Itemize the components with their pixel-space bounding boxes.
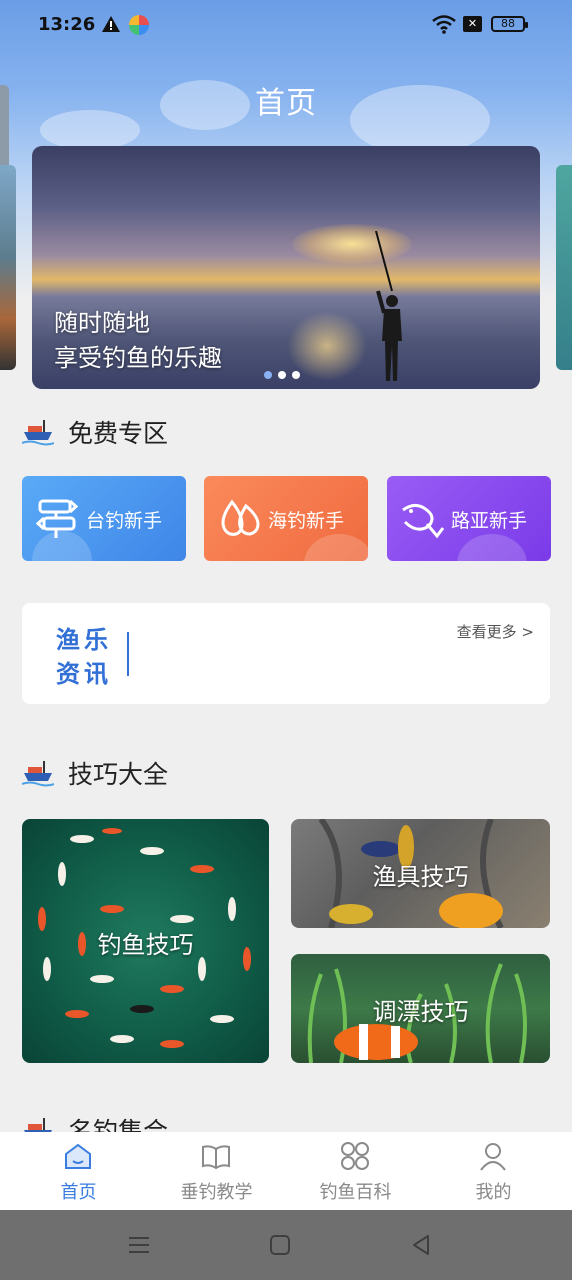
fisherman-silhouette [375,231,402,381]
carousel-dot[interactable] [292,371,300,379]
bubble-decoration [457,534,527,561]
bubble-decoration [304,534,368,561]
news-divider [127,632,129,676]
tip-card-label: 钓鱼技巧 [97,931,194,959]
nav-label: 首页 [60,1182,97,1203]
news-logo: 渔乐 资讯 [56,623,112,691]
tips-section-header: 技巧大全 [22,755,168,791]
back-icon[interactable] [408,1232,434,1258]
grid-icon [341,1142,369,1170]
free-card-label: 路亚新手 [451,510,528,532]
nav-item-home[interactable]: 首页 [7,1132,150,1210]
water-drops-icon [221,499,260,536]
view-more-link[interactable]: 查看更多 > [457,621,534,642]
banner-peek-previous[interactable] [0,165,16,370]
banner-peek-next[interactable] [556,165,572,370]
book-icon [202,1145,230,1170]
tip-card-label: 调漂技巧 [372,998,469,1026]
boat-icon [22,420,54,446]
fish-icon [402,504,445,539]
status-bar: 13:26 ✕ 88 [0,0,572,52]
news-logo-line1: 渔乐 [56,626,112,654]
app-notification-icon [129,15,149,35]
warning-icon [102,16,120,32]
free-card-haidiao[interactable]: 海钓新手 [204,476,368,561]
free-card-taidiao[interactable]: 台钓新手 [22,476,186,561]
banner-line1: 随时随地 [54,309,150,337]
carousel-dot[interactable] [264,371,272,379]
user-icon [480,1143,506,1171]
status-time: 13:26 [38,14,96,35]
news-logo-line2: 资讯 [56,660,112,688]
page-title: 首页 [255,86,317,121]
battery-indicator: 88 [491,16,528,32]
menu-icon[interactable] [126,1232,152,1258]
bottom-navigation: 首页 垂钓教学 钓鱼百科 我的 [0,1132,572,1210]
nav-item-mine[interactable]: 我的 [422,1132,565,1210]
nav-item-teaching[interactable]: 垂钓教学 [145,1132,288,1210]
tip-card-tackle[interactable]: 渔具技巧 [291,819,550,928]
free-card-luya[interactable]: 路亚新手 [387,476,551,561]
nav-label: 钓鱼百科 [319,1182,392,1203]
nav-item-encyclopedia[interactable]: 钓鱼百科 [284,1132,427,1210]
boat-icon [22,761,54,787]
nav-label: 垂钓教学 [180,1182,253,1203]
free-section-header: 免费专区 [22,414,168,450]
banner-caption: 随时随地 享受钓鱼的乐趣 [54,306,222,376]
section-title: 技巧大全 [68,760,169,789]
section-title: 免费专区 [68,419,169,448]
banner-line2: 享受钓鱼的乐趣 [54,344,222,372]
carousel-dots [264,371,300,379]
tip-card-fishing[interactable]: 钓鱼技巧 [22,819,269,1063]
home-button-icon[interactable] [267,1232,293,1258]
signpost-icon [35,499,79,538]
free-card-label: 台钓新手 [86,510,163,532]
tip-card-label: 渔具技巧 [372,863,469,891]
sim-off-icon: ✕ [463,16,482,32]
free-card-label: 海钓新手 [268,510,345,532]
banner-carousel[interactable]: 随时随地 享受钓鱼的乐趣 [32,146,540,389]
home-icon [65,1143,91,1169]
news-card[interactable]: 渔乐 资讯 查看更多 > [22,603,550,704]
wifi-icon [432,15,456,34]
nav-label: 我的 [475,1182,512,1203]
tip-card-float[interactable]: 调漂技巧 [291,954,550,1063]
carousel-dot[interactable] [278,371,286,379]
system-navigation-bar [0,1210,572,1280]
